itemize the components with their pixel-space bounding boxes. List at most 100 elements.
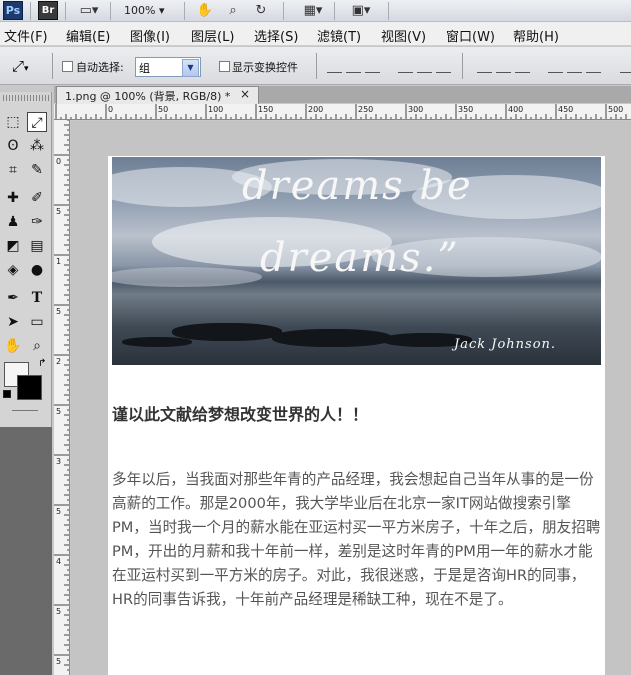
hand-tool-icon[interactable]: ✋ [3, 336, 23, 356]
zoom-tool-icon[interactable]: ⌕ [27, 336, 47, 356]
move-tool-icon[interactable]: ⤢ [27, 112, 47, 132]
menu-view[interactable]: 视图(V) [381, 26, 426, 45]
ruler-label: 5 [56, 507, 62, 516]
default-colors-icon[interactable] [3, 390, 11, 398]
ruler-label: 500 [608, 105, 624, 114]
distribute-left-icon[interactable] [548, 60, 563, 73]
pen-tool-icon[interactable]: ✒ [3, 288, 23, 308]
photoshop-logo-icon: Ps [3, 1, 23, 20]
distribute-bottom-icon[interactable] [515, 60, 530, 73]
align-right-icon[interactable] [436, 60, 451, 73]
menu-select[interactable]: 选择(S) [254, 26, 298, 45]
magic-wand-tool-icon[interactable]: ⁂ [27, 136, 47, 156]
menu-layer[interactable]: 图层(L) [191, 26, 234, 45]
distribute-right-icon[interactable] [586, 60, 601, 73]
eraser-tool-icon[interactable]: ◩ [3, 236, 23, 256]
align-top-icon[interactable] [327, 60, 342, 73]
switch-colors-icon[interactable]: ↱ [38, 358, 46, 369]
ruler-label: 450 [558, 105, 574, 114]
history-brush-tool-icon[interactable]: ✑ [27, 212, 47, 232]
path-selection-tool-icon[interactable]: ➤ [3, 312, 23, 332]
menu-filter[interactable]: 滤镜(T) [317, 26, 361, 45]
align-vcenter-icon[interactable] [346, 60, 361, 73]
hero-image: dreams be dreams.” Jack Johnson. [112, 157, 601, 365]
menu-edit[interactable]: 编辑(E) [66, 26, 110, 45]
panel-grip[interactable] [3, 95, 49, 101]
ruler-label: 2 [56, 357, 62, 366]
align-left-icon[interactable] [398, 60, 413, 73]
blur-tool-icon[interactable]: ◈ [3, 260, 23, 280]
ruler-label: 50 [158, 105, 169, 114]
zoom-icon[interactable]: ⌕ [224, 2, 242, 19]
ruler-label: 3 [56, 457, 62, 466]
menu-window[interactable]: 窗口(W) [446, 26, 495, 45]
tools-panel: ⬚ ⤢ ʘ ⁂ ⌗ ✎ ✚ ✐ ♟ ✑ ◩ ▤ ◈ ● ✒ T ➤ ▭ ✋ ⌕ … [0, 92, 52, 474]
clone-stamp-tool-icon[interactable]: ♟ [3, 212, 23, 232]
menu-file[interactable]: 文件(F) [4, 26, 48, 45]
eyedropper-tool-icon[interactable]: ✎ [27, 160, 47, 180]
marquee-tool-icon[interactable]: ⬚ [3, 112, 23, 132]
menu-image[interactable]: 图像(I) [130, 26, 170, 45]
hero-quote-line1: dreams be [242, 163, 473, 209]
auto-select-dropdown[interactable]: 组 ▼ [135, 57, 201, 77]
document-tab[interactable]: 1.png @ 100% (背景, RGB/8) * [56, 86, 259, 104]
rotate-view-icon[interactable]: ↻ [252, 2, 270, 19]
ruler-label: 0 [108, 105, 114, 114]
auto-align-icon[interactable] [620, 60, 631, 73]
separator [52, 53, 53, 79]
shape-tool-icon[interactable]: ▭ [27, 312, 47, 332]
ruler-label: 150 [258, 105, 274, 114]
separator [462, 53, 463, 79]
dodge-tool-icon[interactable]: ● [27, 260, 47, 280]
distribute-hcenter-icon[interactable] [567, 60, 582, 73]
rock-shape [172, 323, 282, 341]
align-bottom-icon[interactable] [365, 60, 380, 73]
ruler-label: 5 [56, 207, 62, 216]
article-paragraph: 多年以后，当我面对那些年青的产品经理，我会想起自己当年从事的是一份高薪的工作。那… [112, 471, 601, 608]
application-bar: Ps Br ▭▾ 100% ▾ ✋ ⌕ ↻ ▦▾ ▣▾ [0, 0, 631, 22]
brush-tool-icon[interactable]: ✐ [27, 188, 47, 208]
separator [334, 2, 335, 20]
horizontal-ruler[interactable]: 0 50 100 150 200 250 300 350 400 450 500 [54, 104, 631, 120]
show-transform-label: 显示变换控件 [232, 61, 298, 74]
separator [110, 2, 111, 20]
zoom-level[interactable]: 100% ▾ [124, 4, 164, 17]
distribute-top-icon[interactable] [477, 60, 492, 73]
hand-icon[interactable]: ✋ [196, 2, 214, 19]
show-transform-checkbox[interactable] [219, 61, 230, 72]
bridge-launch-button[interactable]: Br [38, 1, 58, 20]
screen-layout-icon[interactable]: ▣▾ [344, 2, 378, 19]
separator [283, 2, 284, 20]
ruler-label: 100 [208, 105, 224, 114]
ruler-label: 1 [56, 257, 62, 266]
vertical-ruler-ticks [54, 120, 69, 671]
type-tool-icon[interactable]: T [27, 288, 47, 308]
ruler-label: 4 [56, 557, 62, 566]
rock-shape [122, 337, 192, 347]
crop-tool-icon[interactable]: ⌗ [3, 160, 23, 180]
align-hcenter-icon[interactable] [417, 60, 432, 73]
horizontal-ruler-ticks [55, 104, 627, 119]
move-tool-preset-icon[interactable]: ⤢▾ [12, 57, 29, 75]
ruler-label: 200 [308, 105, 324, 114]
menu-help[interactable]: 帮助(H) [513, 26, 559, 45]
lasso-tool-icon[interactable]: ʘ [3, 136, 23, 156]
screen-mode-icon[interactable]: ▭▾ [74, 2, 104, 19]
gradient-tool-icon[interactable]: ▤ [27, 236, 47, 256]
close-icon[interactable]: × [240, 87, 250, 101]
quick-mask-divider [12, 410, 38, 411]
chevron-down-icon: ▼ [182, 59, 199, 77]
ruler-label: 5 [56, 307, 62, 316]
background-color-swatch[interactable] [17, 375, 42, 400]
rock-shape [272, 329, 392, 347]
vertical-ruler[interactable]: 0 5 1 5 2 5 3 5 4 5 5 [54, 120, 70, 675]
separator [30, 2, 31, 20]
separator [316, 53, 317, 79]
arrange-documents-icon[interactable]: ▦▾ [296, 2, 330, 19]
ruler-label: 350 [458, 105, 474, 114]
distribute-vcenter-icon[interactable] [496, 60, 511, 73]
options-bar: ⤢▾ 自动选择: 组 ▼ 显示变换控件 [0, 47, 631, 85]
healing-brush-tool-icon[interactable]: ✚ [3, 188, 23, 208]
ruler-label: 300 [408, 105, 424, 114]
auto-select-checkbox[interactable] [62, 61, 73, 72]
